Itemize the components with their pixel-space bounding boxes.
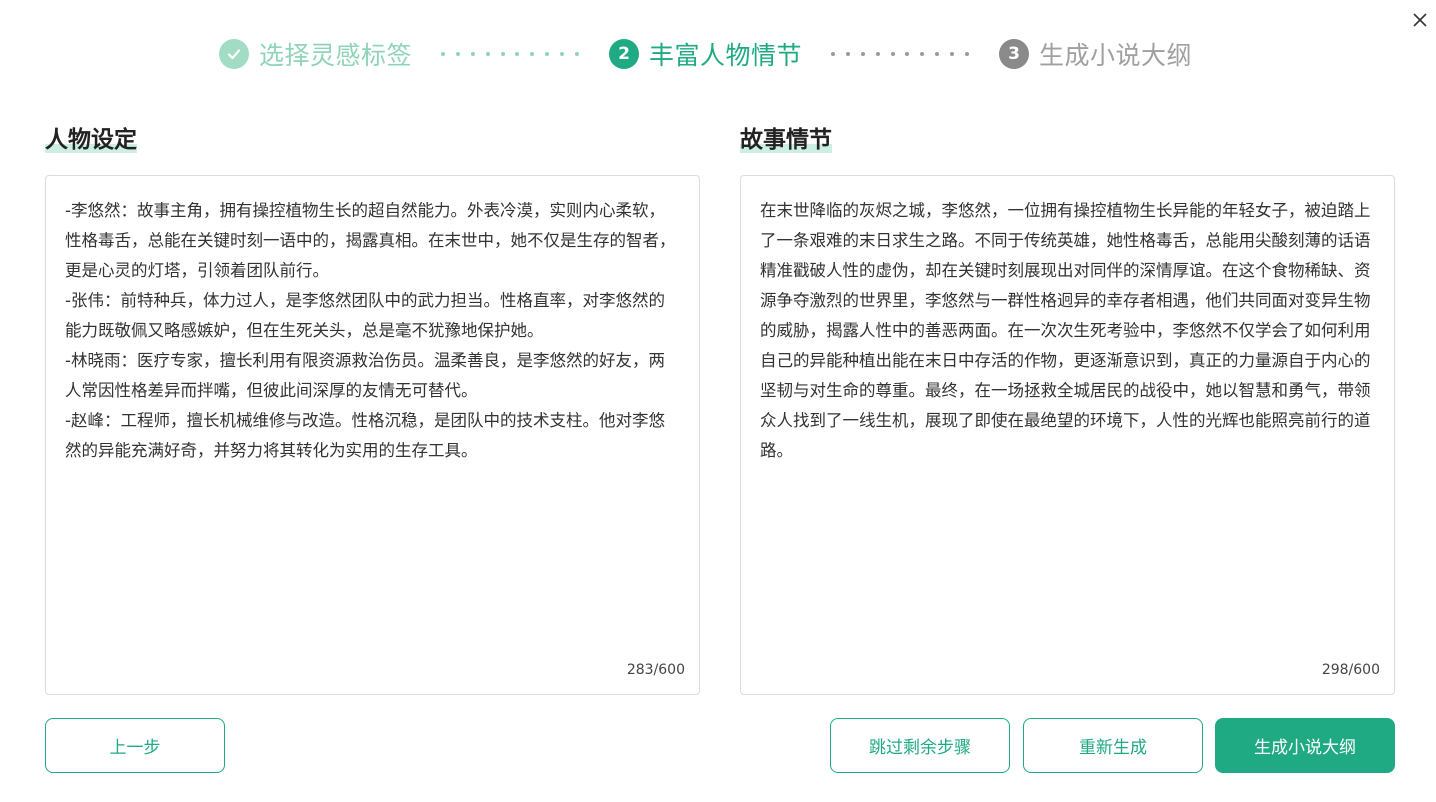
step-enrich-characters: 2 丰富人物情节	[609, 34, 802, 74]
generate-outline-button[interactable]: 生成小说大纲	[1215, 718, 1395, 773]
prev-step-button[interactable]: 上一步	[45, 718, 225, 773]
plot-textarea[interactable]: 在末世降临的灰烬之城，李悠然，一位拥有操控植物生长异能的年轻女子，被迫踏上了一条…	[740, 175, 1395, 695]
skip-remaining-button[interactable]: 跳过剩余步骤	[830, 718, 1010, 773]
characters-char-counter: 283/600	[626, 662, 685, 678]
step-connector	[441, 52, 579, 58]
step-generate-outline: 3 生成小说大纲	[999, 34, 1192, 74]
plot-title: 故事情节	[740, 120, 832, 154]
characters-textarea[interactable]: -李悠然：故事主角，拥有操控植物生长的超自然能力。外表冷漠，实则内心柔软，性格毒…	[45, 175, 700, 695]
step-number: 3	[999, 39, 1029, 69]
plot-text[interactable]: 在末世降临的灰烬之城，李悠然，一位拥有操控植物生长异能的年轻女子，被迫踏上了一条…	[760, 196, 1376, 466]
step-label: 生成小说大纲	[1039, 41, 1193, 70]
step-number: 2	[609, 39, 639, 69]
close-icon	[1413, 13, 1427, 27]
step-label: 丰富人物情节	[649, 41, 803, 70]
characters-title-text: 人物设定	[45, 127, 137, 153]
check-icon	[219, 39, 249, 69]
step-label: 选择灵感标签	[259, 41, 413, 70]
close-button[interactable]	[1409, 9, 1431, 31]
step-connector	[831, 52, 969, 58]
progress-stepper: 选择灵感标签 2 丰富人物情节 3 生成小说大纲	[0, 34, 1436, 74]
plot-char-counter: 298/600	[1321, 662, 1380, 678]
characters-text[interactable]: -李悠然：故事主角，拥有操控植物生长的超自然能力。外表冷漠，实则内心柔软，性格毒…	[65, 196, 681, 466]
regenerate-button[interactable]: 重新生成	[1023, 718, 1203, 773]
plot-title-text: 故事情节	[740, 127, 832, 153]
characters-title: 人物设定	[45, 120, 137, 154]
step-select-tags: 选择灵感标签	[219, 34, 412, 74]
